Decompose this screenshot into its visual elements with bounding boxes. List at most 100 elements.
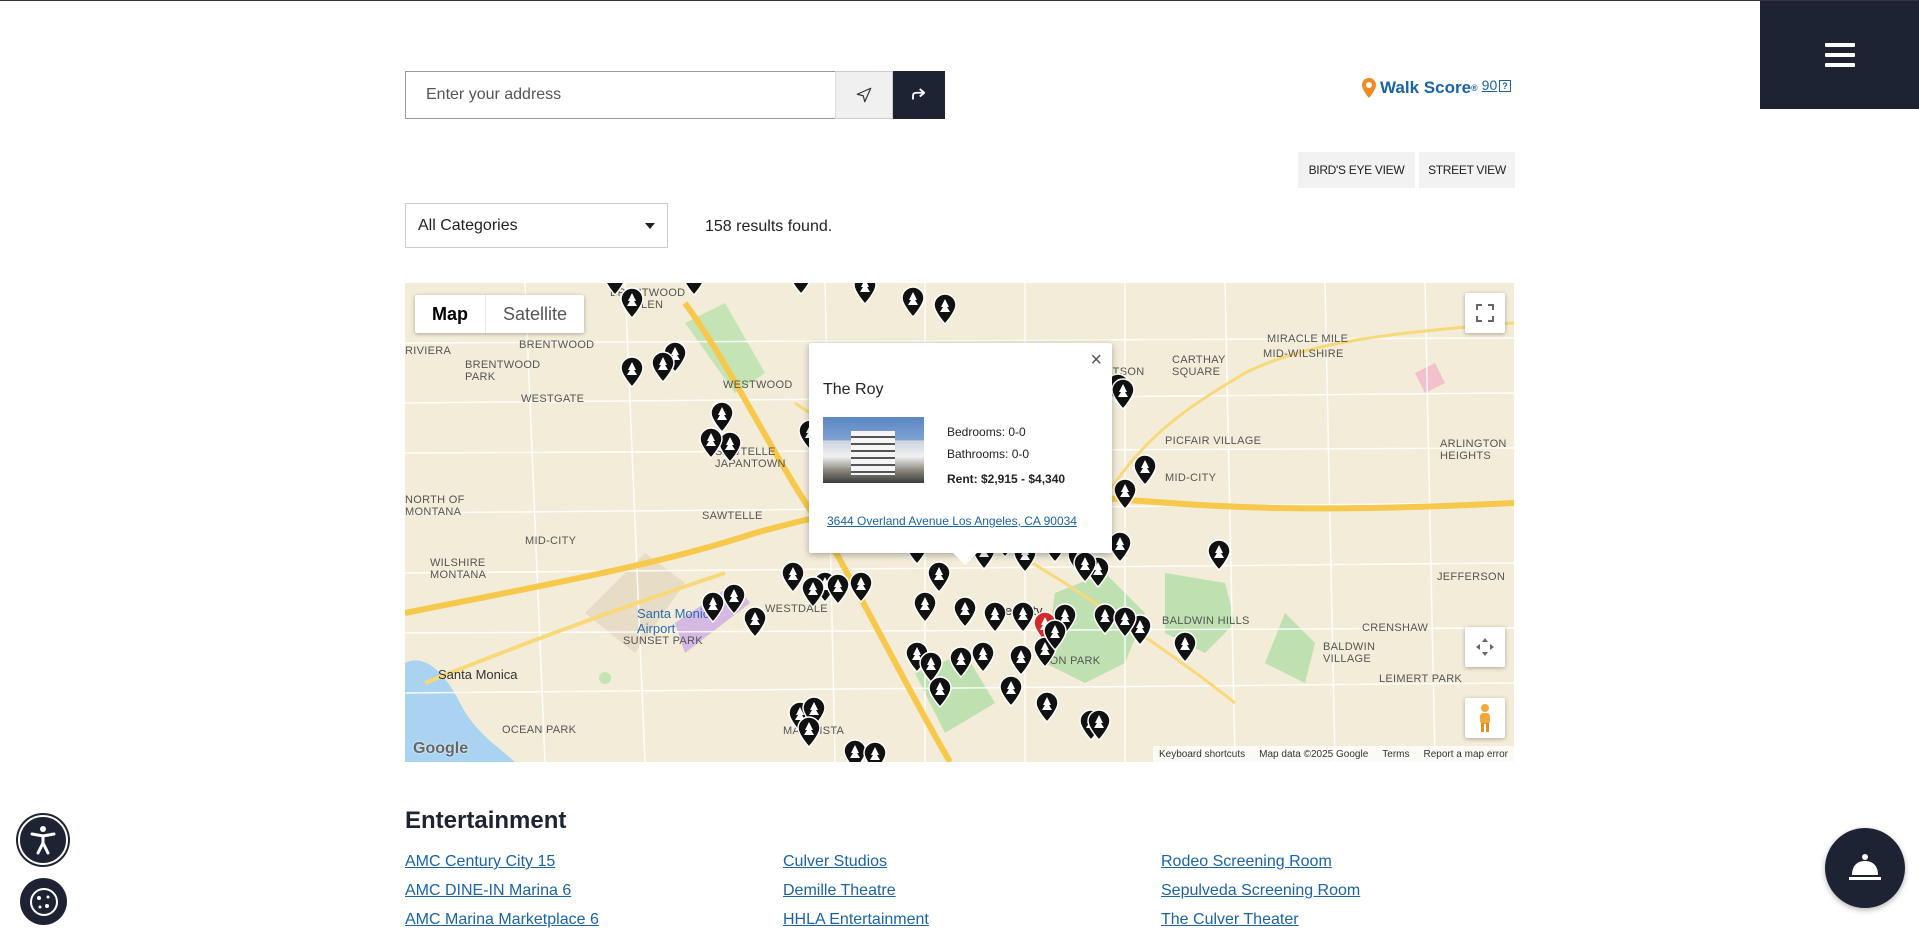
map-marker-pin[interactable] bbox=[1008, 644, 1034, 677]
property-photo[interactable] bbox=[823, 417, 924, 483]
fullscreen-button[interactable] bbox=[1465, 293, 1505, 333]
cookie-settings-button[interactable] bbox=[20, 878, 67, 925]
cookie-icon bbox=[29, 887, 58, 916]
map-marker-pin[interactable] bbox=[1042, 619, 1068, 652]
property-details: Bedrooms: 0-0 Bathrooms: 0-0 bbox=[947, 421, 1029, 465]
walkscore-help[interactable]: ? bbox=[1499, 80, 1511, 92]
map-marker-pin[interactable] bbox=[1112, 478, 1138, 511]
map-marker-pin[interactable] bbox=[698, 427, 724, 460]
close-icon[interactable]: × bbox=[1090, 349, 1102, 372]
map-label-mid-city-east: MID-CITY bbox=[1165, 472, 1217, 484]
map-label-north-of-montana: NORTH OF MONTANA bbox=[405, 494, 465, 518]
birds-eye-view-button[interactable]: BIRD'S EYE VIEW bbox=[1298, 152, 1415, 188]
hamburger-icon bbox=[1824, 40, 1855, 70]
report-map-error-link[interactable]: Report a map error bbox=[1424, 749, 1508, 760]
locate-me-button[interactable] bbox=[835, 71, 893, 119]
category-select[interactable]: All Categories bbox=[405, 203, 668, 248]
map-label-westwood: WESTWOOD bbox=[723, 379, 793, 391]
map-marker-pin[interactable] bbox=[970, 641, 996, 674]
map-marker-pin[interactable] bbox=[982, 601, 1008, 634]
property-address-link[interactable]: 3644 Overland Avenue Los Angeles, CA 900… bbox=[827, 514, 1077, 528]
map-marker-pin[interactable] bbox=[1034, 691, 1060, 724]
map-marker-pin[interactable] bbox=[998, 675, 1024, 708]
map-label-westgate: WESTGATE bbox=[521, 393, 585, 405]
category-select-value: All Categories bbox=[418, 216, 518, 234]
map-marker-pin[interactable] bbox=[1086, 709, 1112, 742]
map-marker-pin[interactable] bbox=[1110, 378, 1136, 411]
map-marker-pin[interactable] bbox=[825, 573, 851, 606]
address-input[interactable] bbox=[405, 71, 835, 119]
keyboard-shortcuts-link[interactable]: Keyboard shortcuts bbox=[1159, 749, 1245, 760]
place-link[interactable]: Culver Studios bbox=[783, 847, 929, 876]
map-marker-pin[interactable] bbox=[796, 716, 822, 749]
camera-control-button[interactable] bbox=[1465, 627, 1505, 667]
map-marker-pin[interactable] bbox=[912, 591, 938, 624]
pegman-icon bbox=[1480, 704, 1490, 732]
concierge-chat-button[interactable] bbox=[1825, 828, 1905, 908]
map-type-map-button[interactable]: Map bbox=[415, 295, 485, 333]
map-marker-pin[interactable] bbox=[927, 676, 953, 709]
accessibility-button[interactable] bbox=[18, 815, 68, 865]
map-marker-pin[interactable] bbox=[1206, 539, 1232, 572]
map-marker-pin[interactable] bbox=[800, 576, 826, 609]
place-link[interactable]: HHLA Entertainment bbox=[783, 905, 929, 933]
links-column-3: Rodeo Screening Room Sepulveda Screening… bbox=[1161, 847, 1360, 933]
map-marker-pin[interactable] bbox=[650, 351, 676, 384]
walkscore-badge[interactable]: Walk Score ® 90 ? bbox=[1362, 77, 1511, 98]
map-label-crenshaw: CRENSHAW bbox=[1362, 622, 1429, 634]
share-arrow-icon bbox=[912, 88, 926, 100]
map-label-brentwood-park: BRENTWOOD PARK bbox=[465, 359, 541, 383]
google-logo: Google bbox=[413, 740, 469, 757]
get-directions-button[interactable] bbox=[893, 71, 945, 119]
map-label-santa-monica: Santa Monica bbox=[438, 667, 518, 682]
map-marker-pin[interactable] bbox=[1172, 631, 1198, 664]
map-marker-pin[interactable] bbox=[852, 283, 878, 306]
map-marker-pin[interactable] bbox=[681, 283, 707, 297]
map-label-sunset-park: SUNSET PARK bbox=[623, 635, 703, 647]
map-marker-pin[interactable] bbox=[952, 596, 978, 629]
map-marker-pin[interactable] bbox=[700, 591, 726, 624]
map-label-baldwin-hills: BALDWIN HILLS bbox=[1162, 615, 1250, 627]
accessibility-icon bbox=[30, 826, 56, 855]
map-marker-pin[interactable] bbox=[862, 741, 888, 762]
map-type-control: Map Satellite bbox=[415, 295, 585, 333]
place-link[interactable]: The Culver Theater bbox=[1161, 905, 1360, 933]
property-info-window: × The Roy Bedrooms: 0-0 Bathrooms: 0-0 R… bbox=[809, 343, 1112, 565]
map-label-arlington-heights: ARLINGTON HEIGHTS bbox=[1440, 438, 1507, 462]
map-label-riviera: RIVIERA bbox=[405, 345, 452, 357]
map-marker-pin[interactable] bbox=[900, 286, 926, 319]
map-marker-pin[interactable] bbox=[932, 293, 958, 326]
map-marker-pin[interactable] bbox=[1112, 606, 1138, 639]
place-link[interactable]: AMC DINE-IN Marina 6 bbox=[405, 876, 599, 905]
bathrooms-text: Bathrooms: 0-0 bbox=[947, 447, 1030, 461]
map-type-satellite-button[interactable]: Satellite bbox=[485, 295, 584, 333]
street-view-button[interactable]: STREET VIEW bbox=[1419, 152, 1515, 188]
map-marker-pin[interactable] bbox=[1072, 551, 1098, 584]
map-marker-pin[interactable] bbox=[926, 561, 952, 594]
map-label-mid-wilshire: MID-WILSHIRE bbox=[1263, 348, 1344, 360]
map-label-mid-city-west: MID-CITY bbox=[525, 535, 577, 547]
map-marker-pin[interactable] bbox=[788, 283, 814, 296]
links-column-2: Culver Studios Demille Theatre HHLA Ente… bbox=[783, 847, 929, 933]
map-marker-pin[interactable] bbox=[742, 606, 768, 639]
map-label-baldwin-village: BALDWIN VILLAGE bbox=[1323, 641, 1376, 665]
concierge-bell-icon bbox=[1849, 854, 1881, 880]
section-title: Entertainment bbox=[405, 807, 567, 834]
map-marker-pin[interactable] bbox=[619, 356, 645, 389]
street-view-pegman-button[interactable] bbox=[1465, 698, 1505, 738]
walkscore-brand: Walk Score bbox=[1380, 78, 1472, 97]
map-pin-icon bbox=[1362, 78, 1376, 98]
place-link[interactable]: Rodeo Screening Room bbox=[1161, 847, 1360, 876]
hamburger-menu-button[interactable] bbox=[1760, 1, 1919, 109]
links-column-1: AMC Century City 15 AMC DINE-IN Marina 6… bbox=[405, 847, 599, 933]
bedrooms-text: Bedrooms: 0-0 bbox=[947, 425, 1026, 439]
place-link[interactable]: AMC Marina Marketplace 6 bbox=[405, 905, 599, 933]
place-link[interactable]: Demille Theatre bbox=[783, 876, 929, 905]
map-marker-pin[interactable] bbox=[848, 571, 874, 604]
map-marker-pin[interactable] bbox=[619, 287, 645, 320]
place-link[interactable]: AMC Century City 15 bbox=[405, 847, 599, 876]
place-link[interactable]: Sepulveda Screening Room bbox=[1161, 876, 1360, 905]
terms-link[interactable]: Terms bbox=[1382, 749, 1409, 760]
address-search-bar bbox=[405, 71, 945, 119]
map-label-jefferson: JEFFERSON bbox=[1437, 571, 1506, 583]
